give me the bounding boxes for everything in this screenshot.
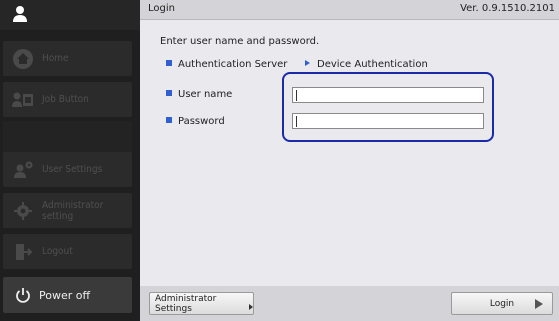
sidebar-header — [0, 0, 140, 30]
bullet-icon — [166, 60, 172, 66]
sidebar-item-label: Job Button — [42, 94, 89, 105]
sidebar-item-home[interactable]: Home — [3, 41, 132, 76]
play-icon — [535, 299, 543, 309]
auth-server-selector[interactable]: Device Authentication — [305, 59, 428, 70]
sidebar-item-job-button[interactable]: Job Button — [3, 82, 132, 117]
password-field[interactable] — [292, 113, 484, 129]
triangle-right-icon — [249, 303, 253, 310]
text-caret — [296, 116, 297, 127]
password-label: Password — [166, 116, 225, 127]
text-caret — [296, 90, 297, 101]
footer-bar: Administrator Settings Login — [140, 286, 559, 321]
user-settings-icon — [14, 161, 33, 178]
auth-server-label: Authentication Server — [166, 59, 287, 70]
power-icon — [16, 288, 30, 303]
instruction-text: Enter user name and password. — [160, 36, 320, 47]
bullet-icon — [166, 117, 172, 123]
user-name-label: User name — [166, 89, 232, 100]
sidebar-item-label: User Settings — [42, 164, 103, 175]
login-button[interactable]: Login — [451, 292, 553, 315]
power-off-label: Power off — [39, 288, 91, 302]
user-name-field[interactable] — [292, 87, 484, 103]
sidebar-item-logout[interactable]: Logout — [3, 234, 132, 269]
sidebar: Home Job Button User Settings Administra… — [0, 0, 140, 321]
administrator-settings-button[interactable]: Administrator Settings — [149, 292, 254, 315]
bullet-icon — [166, 90, 172, 96]
login-panel: Enter user name and password. Authentica… — [140, 20, 559, 286]
sidebar-item-label: Logout — [42, 246, 73, 257]
power-off-button[interactable]: Power off — [3, 277, 132, 313]
user-icon — [13, 6, 27, 22]
job-button-icon — [12, 92, 33, 107]
gear-icon — [14, 201, 32, 220]
sidebar-item-user-settings[interactable]: User Settings — [3, 152, 132, 187]
page-title: Login — [148, 3, 175, 14]
triangle-right-icon — [305, 60, 310, 66]
title-bar: Login Ver. 0.9.1510.2101 — [140, 0, 559, 20]
sidebar-item-label: Home — [42, 53, 69, 64]
logout-icon — [16, 243, 32, 260]
home-icon — [13, 48, 33, 69]
version-label: Ver. 0.9.1510.2101 — [460, 3, 555, 14]
input-focus-outline — [282, 72, 494, 142]
sidebar-divider — [3, 121, 132, 152]
sidebar-item-administrator-setting[interactable]: Administrator setting — [3, 193, 132, 228]
sidebar-item-label: Administrator setting — [42, 199, 104, 222]
